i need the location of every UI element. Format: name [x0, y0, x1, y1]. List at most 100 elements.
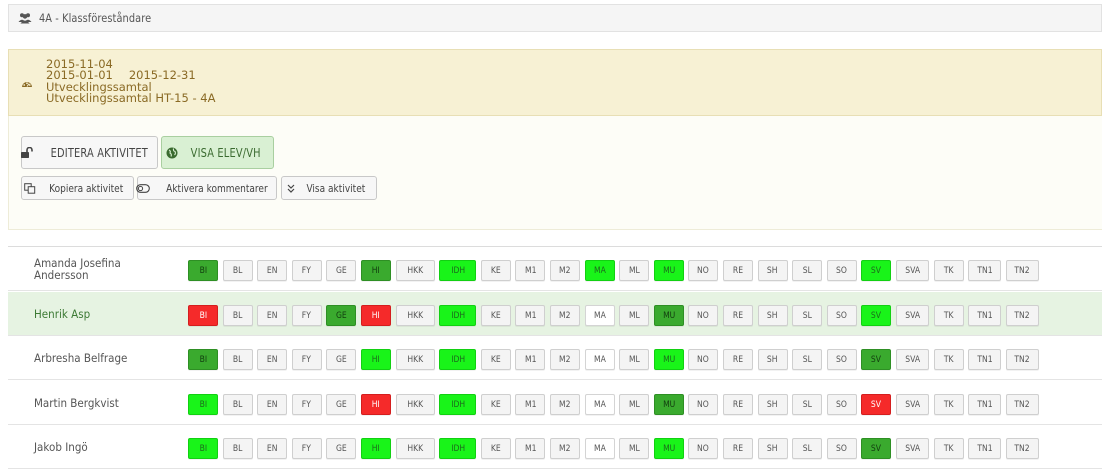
subject-button-sva[interactable]: SVA — [896, 394, 929, 415]
subject-button-sva[interactable]: SVA — [896, 349, 929, 370]
subject-button-sh[interactable]: SH — [757, 349, 788, 370]
subject-button-tn1[interactable]: TN1 — [968, 349, 1002, 370]
subject-button-sl[interactable]: SL — [792, 349, 823, 370]
subject-button-re[interactable]: RE — [723, 260, 753, 281]
subject-button-tn1[interactable]: TN1 — [968, 394, 1002, 415]
subject-button-m2[interactable]: M2 — [550, 349, 580, 370]
subject-button-idh[interactable]: IDH — [439, 305, 477, 326]
student-name[interactable]: Amanda Josefina Andersson — [34, 247, 174, 290]
subject-button-sh[interactable]: SH — [757, 260, 788, 281]
student-row[interactable]: Amanda Josefina Andersson BI BL EN FY GE HI HKK… — [8, 247, 1102, 291]
subject-button-sh[interactable]: SH — [757, 438, 788, 459]
subject-button-hi[interactable]: HI — [361, 394, 391, 415]
subject-button-en[interactable]: EN — [257, 394, 288, 415]
subject-button-bi[interactable]: BI — [188, 349, 218, 370]
subject-button-en[interactable]: EN — [257, 349, 288, 370]
subject-button-hkk[interactable]: HKK — [395, 394, 435, 415]
subject-button-m1[interactable]: M1 — [515, 305, 546, 326]
subject-button-bl[interactable]: BL — [222, 305, 253, 326]
subject-button-fy[interactable]: FY — [291, 394, 322, 415]
subject-button-fy[interactable]: FY — [291, 349, 322, 370]
subject-button-idh[interactable]: IDH — [439, 394, 477, 415]
subject-button-sva[interactable]: SVA — [896, 305, 929, 326]
subject-button-hkk[interactable]: HKK — [395, 260, 435, 281]
subject-button-m2[interactable]: M2 — [550, 305, 580, 326]
subject-button-hi[interactable]: HI — [361, 260, 391, 281]
subject-button-tn1[interactable]: TN1 — [968, 305, 1002, 326]
subject-button-ke[interactable]: KE — [480, 260, 511, 281]
subject-button-ge[interactable]: GE — [326, 260, 357, 281]
subject-button-re[interactable]: RE — [723, 349, 753, 370]
subject-button-idh[interactable]: IDH — [439, 260, 477, 281]
subject-button-m1[interactable]: M1 — [515, 394, 546, 415]
subject-button-tn2[interactable]: TN2 — [1005, 394, 1039, 415]
student-row[interactable]: Arbresha Belfrage BI BL EN FY GE HI HKK IDH KE M1 M… — [8, 336, 1102, 380]
subject-button-bl[interactable]: BL — [222, 394, 253, 415]
subject-button-tn2[interactable]: TN2 — [1005, 305, 1039, 326]
student-name[interactable]: Henrik Asp — [34, 292, 174, 335]
subject-button-sva[interactable]: SVA — [896, 438, 929, 459]
subject-button-ma[interactable]: MA — [584, 260, 615, 281]
subject-button-ke[interactable]: KE — [480, 438, 511, 459]
subject-button-so[interactable]: SO — [826, 305, 857, 326]
subject-button-no[interactable]: NO — [688, 349, 719, 370]
subject-button-hkk[interactable]: HKK — [395, 305, 435, 326]
subject-button-en[interactable]: EN — [257, 305, 288, 326]
activate-comments-button[interactable]: Aktivera kommentarer — [135, 176, 277, 200]
subject-button-bi[interactable]: BI — [188, 305, 218, 326]
subject-button-sv[interactable]: SV — [861, 305, 892, 326]
subject-button-sv[interactable]: SV — [861, 438, 892, 459]
subject-button-ma[interactable]: MA — [584, 438, 615, 459]
subject-button-ge[interactable]: GE — [326, 349, 357, 370]
subject-button-mu[interactable]: MU — [653, 438, 684, 459]
subject-button-no[interactable]: NO — [688, 394, 719, 415]
subject-button-m2[interactable]: M2 — [550, 438, 580, 459]
subject-button-hi[interactable]: HI — [361, 349, 391, 370]
student-name[interactable]: Arbresha Belfrage — [34, 336, 174, 379]
subject-button-bi[interactable]: BI — [188, 394, 218, 415]
subject-button-bi[interactable]: BI — [188, 260, 218, 281]
subject-button-re[interactable]: RE — [723, 438, 753, 459]
subject-button-ke[interactable]: KE — [480, 349, 511, 370]
subject-button-m2[interactable]: M2 — [550, 260, 580, 281]
subject-button-fy[interactable]: FY — [291, 305, 322, 326]
subject-button-re[interactable]: RE — [723, 394, 753, 415]
subject-button-m1[interactable]: M1 — [515, 260, 546, 281]
subject-button-ma[interactable]: MA — [584, 305, 615, 326]
subject-button-ma[interactable]: MA — [584, 349, 615, 370]
subject-button-tk[interactable]: TK — [933, 438, 964, 459]
subject-button-no[interactable]: NO — [688, 305, 719, 326]
subject-button-sv[interactable]: SV — [861, 349, 892, 370]
student-row[interactable]: Henrik Asp BI BL EN FY GE HI HKK IDH KE M1 M2 MA ML MU… — [8, 292, 1102, 336]
subject-button-no[interactable]: NO — [688, 260, 719, 281]
subject-button-sl[interactable]: SL — [792, 305, 823, 326]
subject-button-fy[interactable]: FY — [291, 438, 322, 459]
subject-button-bl[interactable]: BL — [222, 260, 253, 281]
subject-button-hkk[interactable]: HKK — [395, 349, 435, 370]
subject-button-ml[interactable]: ML — [619, 394, 650, 415]
subject-button-m1[interactable]: M1 — [515, 438, 546, 459]
subject-button-so[interactable]: SO — [826, 349, 857, 370]
subject-button-bl[interactable]: BL — [222, 438, 253, 459]
edit-activity-button[interactable]: EDITERA AKTIVITET — [20, 136, 158, 169]
student-name[interactable]: Martin Bergkvist — [34, 381, 174, 424]
copy-activity-button[interactable]: Kopiera aktivitet — [21, 176, 134, 200]
subject-button-bi[interactable]: BI — [188, 438, 218, 459]
subject-button-m2[interactable]: M2 — [550, 394, 580, 415]
subject-button-ke[interactable]: KE — [480, 305, 511, 326]
subject-button-tn2[interactable]: TN2 — [1005, 438, 1039, 459]
subject-button-tn1[interactable]: TN1 — [968, 438, 1002, 459]
subject-button-tn2[interactable]: TN2 — [1005, 349, 1039, 370]
subject-button-sl[interactable]: SL — [792, 438, 823, 459]
subject-button-tk[interactable]: TK — [933, 305, 964, 326]
subject-button-fy[interactable]: FY — [291, 260, 322, 281]
subject-button-sv[interactable]: SV — [861, 260, 892, 281]
subject-button-mu[interactable]: MU — [653, 394, 684, 415]
subject-button-ge[interactable]: GE — [326, 305, 357, 326]
subject-button-sva[interactable]: SVA — [896, 260, 929, 281]
subject-button-sl[interactable]: SL — [792, 260, 823, 281]
subject-button-tn1[interactable]: TN1 — [968, 260, 1002, 281]
subject-button-hi[interactable]: HI — [361, 438, 391, 459]
show-activity-button[interactable]: Visa aktivitet — [281, 176, 377, 200]
subject-button-m1[interactable]: M1 — [515, 349, 546, 370]
